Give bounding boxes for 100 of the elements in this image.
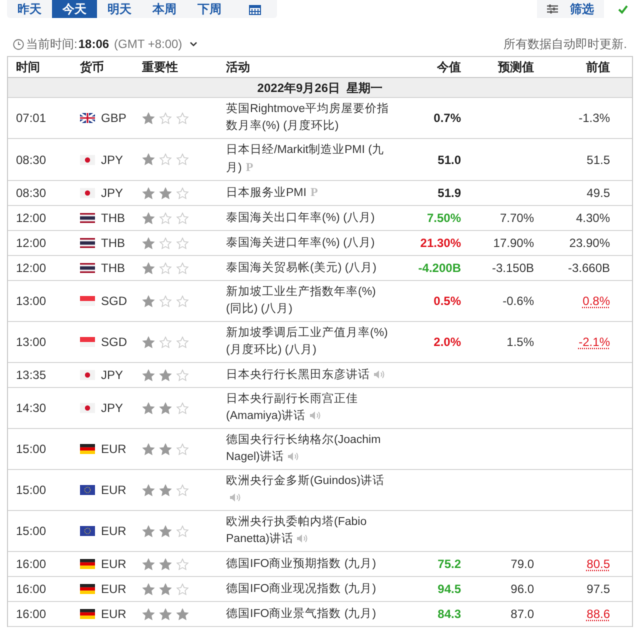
day-tab[interactable]: 今天 [52,0,97,18]
event-name[interactable]: 日本央行副行长雨宫正佳(Amamiya)讲话 [226,391,394,425]
filled-star-icon [159,558,172,570]
event-name[interactable]: 泰国海关出口年率(%) (八月) [226,210,394,226]
filter-button[interactable]: 筛选 [537,0,604,18]
event-name[interactable]: 新加坡工业生产指数年率(%) (同比) (八月) [226,284,394,318]
event-name[interactable]: 泰国海关进口年率(%) (八月) [226,234,394,252]
event-name[interactable]: 泰国海关贸易帐(美元) (八月) [226,260,394,276]
event-name[interactable]: 欧洲央行执委帕内塔(Fabio Panetta)讲话 [226,514,394,548]
clock-icon [13,38,24,50]
filled-star-icon [142,608,155,620]
time-cell-text: 15:00 [15,441,48,458]
column-header: 前值 [585,59,610,76]
forecast-value: -3.150B [490,260,534,277]
empty-star-icon [176,153,189,166]
event-name[interactable]: 日本服务业PMI P [226,184,394,202]
currency-cell-text: THB [101,235,125,252]
forecast-value: 87.0 [510,606,534,623]
time-cell-text: 13:00 [15,293,48,310]
filled-star-icon [159,582,172,596]
empty-star-icon [176,582,189,596]
chevron-down-icon [190,42,198,46]
event-name[interactable]: 德国央行行长纳格尔(Joachim Nagel)讲话 [226,432,394,466]
event-name[interactable]: 新加坡季调后工业产值月率(%) (月度环比) (八月) [226,325,394,359]
empty-star-icon [159,212,172,224]
time-cell-text: 15:00 [15,482,48,499]
time-cell-text: 13:00 [15,334,48,351]
actual-value: 0.7% [434,110,461,127]
forecast-value: 79.0 [510,556,534,573]
column-header: 重要性 [141,59,179,76]
empty-star-icon [176,402,189,414]
filled-star-icon [142,112,155,124]
filled-star-icon [142,442,155,456]
empty-star-icon [176,294,189,308]
filled-star-icon [142,186,155,200]
currency-cell-text: EUR [101,581,126,598]
event-name[interactable]: 德国IFO商业现况指数 (九月) [226,580,394,598]
previous-value: -2.1% [578,334,610,351]
previous-value: 23.90% [569,235,610,252]
empty-star-icon [176,212,189,224]
currency-cell-text: EUR [101,606,126,623]
filled-star-icon [142,484,155,496]
previous-value: 49.5 [586,185,610,202]
event-name[interactable]: 日本日经/Markit制造业PMI (九月) P [226,142,394,177]
currency-cell-text: JPY [101,367,124,384]
timezone-dropdown[interactable]: (GMT +8:00) [114,35,198,53]
previous-value: 80.5 [586,556,610,573]
day-tab[interactable]: 本周 [142,0,187,18]
filled-star-icon [142,368,155,382]
empty-star-icon [176,186,189,200]
time-cell-text: 07:01 [15,110,48,127]
actual-value: -4.200B [418,260,461,277]
event-name[interactable]: 德国IFO商业景气指数 (九月) [226,606,394,622]
sliders-icon [547,4,558,14]
time-cell-text: 08:30 [15,152,48,168]
previous-value: 4.30% [576,210,610,227]
day-tab[interactable]: 昨天 [7,0,52,18]
actual-value: 51.0 [438,152,461,168]
previous-value: 51.5 [586,152,610,168]
currency-cell-text: EUR [101,482,126,499]
empty-star-icon [176,558,189,570]
filled-star-icon [142,236,155,250]
event-name[interactable]: 欧洲央行金多斯(Guindos)讲话 [226,473,394,507]
event-name[interactable]: 英国Rightmove平均房屋要价指数月率(%) (月度环比) [226,101,394,135]
filled-star-icon [159,524,172,538]
event-name[interactable]: 德国IFO商业预期指数 (九月) [226,556,394,572]
time-cell-text: 15:00 [15,523,48,540]
time-cell-text: 12:00 [15,260,48,277]
currency-cell-text: SGD [101,293,128,310]
date-heading: 2022年9月26日 星期一 [8,78,632,98]
actual-value: 94.5 [438,581,461,598]
empty-star-icon [176,368,189,382]
actual-value: 75.2 [438,556,461,573]
empty-star-icon [159,153,172,166]
filled-star-icon [142,582,155,596]
day-tab[interactable]: 下周 [187,0,232,18]
currency-cell-text: GBP [101,110,126,127]
filled-star-icon [142,262,155,274]
time-cell-text: 16:00 [15,581,48,598]
current-time: 18:06 [78,36,110,53]
empty-star-icon [159,294,172,308]
filled-star-icon [142,524,155,538]
event-name[interactable]: 日本央行行长黑田东彦讲话 [226,366,394,384]
auto-update-notice: 所有数据自动即时更新. [504,36,627,53]
day-tab[interactable]: 明天 [97,0,142,18]
actual-value: 7.50% [426,210,461,227]
forecast-value: 1.5% [506,334,534,351]
forecast-value: 17.90% [492,235,534,252]
empty-star-icon [176,236,189,250]
currency-cell-text: JPY [101,400,124,417]
column-header: 今值 [436,59,462,76]
previous-value: 0.8% [582,293,610,310]
filled-star-icon [142,294,155,308]
actual-value: 84.3 [438,606,461,623]
forecast-value: 96.0 [510,581,534,598]
previous-value: 97.5 [586,581,610,598]
currency-cell-text: EUR [101,556,126,573]
currency-cell-text: EUR [101,441,126,458]
previous-value: -3.660B [568,260,610,277]
time-cell-text: 12:00 [15,235,48,252]
